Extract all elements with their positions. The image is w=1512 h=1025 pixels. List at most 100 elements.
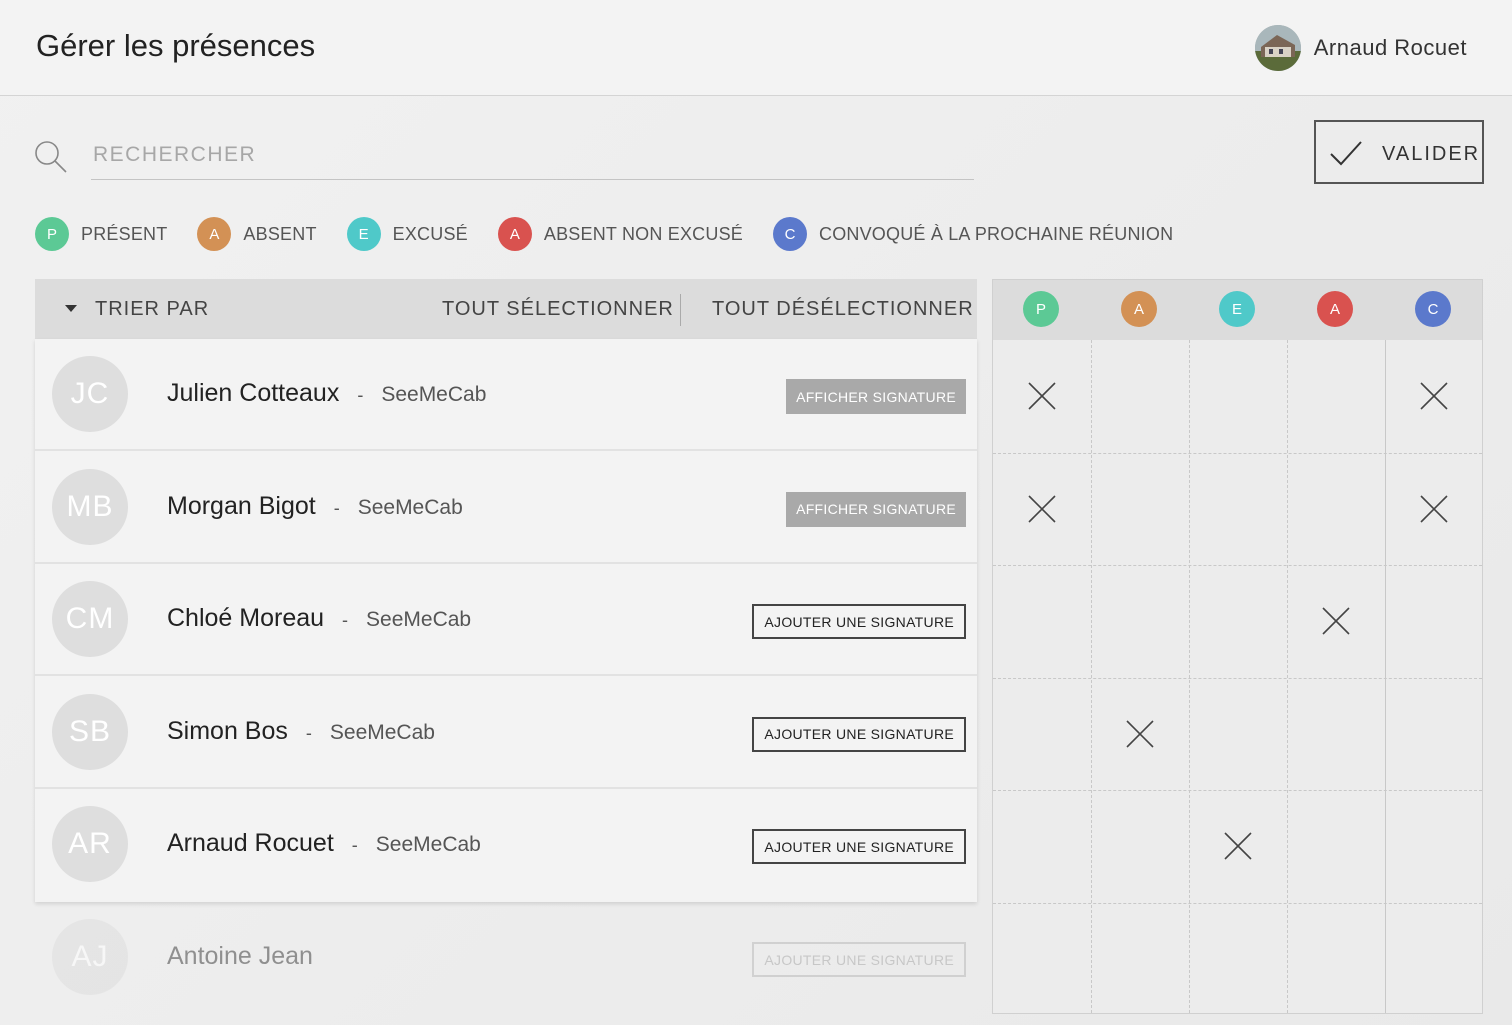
attendance-cell[interactable] — [1385, 790, 1483, 902]
attendance-cell[interactable] — [1287, 790, 1385, 902]
status-badge: A — [497, 217, 532, 251]
participant-name: Simon Bos - SeeMeCab — [167, 717, 435, 746]
attendance-cell[interactable] — [1091, 903, 1189, 1015]
attendance-cell[interactable] — [1385, 453, 1483, 565]
legend-item: A ABSENT NON EXCUSÉ — [497, 217, 743, 251]
participant-name: Arnaud Rocuet - SeeMeCab — [167, 829, 481, 858]
attendance-cell[interactable] — [993, 340, 1091, 452]
attendance-cell[interactable] — [1091, 565, 1189, 677]
participant-row: AR Arnaud Rocuet - SeeMeCab AJOUTER UNE SIGN… — [35, 789, 977, 901]
attendance-cell[interactable] — [993, 678, 1091, 790]
attendance-cell[interactable] — [1287, 903, 1385, 1015]
grid-header: PAEAC — [993, 280, 1482, 340]
status-column-badge: A — [1121, 291, 1157, 327]
legend-item: A ABSENT — [197, 217, 316, 251]
add-signature-button[interactable]: AJOUTER UNE SIGNATURE — [752, 716, 966, 752]
status-column-badge: A — [1317, 291, 1353, 327]
add-signature-button[interactable]: AJOUTER UNE SIGNATURE — [752, 942, 966, 977]
checkmark-icon — [1330, 141, 1362, 166]
show-signature-button[interactable]: AFFICHER SIGNATURE — [786, 491, 966, 527]
attendance-cell[interactable] — [1287, 340, 1385, 452]
name-separator: - — [333, 497, 340, 518]
search-icon — [35, 141, 67, 173]
add-signature-button[interactable]: AJOUTER UNE SIGNATURE — [752, 604, 966, 640]
legend-item: E EXCUSÉ — [346, 217, 468, 251]
attendance-cell[interactable] — [1091, 790, 1189, 902]
legend-label: EXCUSÉ — [392, 223, 468, 244]
caret-down-icon[interactable] — [65, 305, 77, 312]
legend-item: P PRÉSENT — [35, 217, 167, 251]
avatar: AJ — [52, 919, 128, 995]
status-badge: C — [773, 217, 807, 251]
attendance-cell[interactable] — [1091, 453, 1189, 565]
attendance-cell[interactable] — [1189, 678, 1287, 790]
status-badge: A — [197, 217, 232, 251]
participant-full-name: Simon Bos — [167, 716, 288, 745]
cross-mark-icon — [1420, 382, 1448, 410]
add-signature-button[interactable]: AJOUTER UNE SIGNATURE — [752, 829, 966, 865]
attendance-cell[interactable] — [1189, 453, 1287, 565]
attendance-cell[interactable] — [1189, 903, 1287, 1015]
attendance-cell[interactable] — [1385, 678, 1483, 790]
legend-item: C CONVOQUÉ À LA PROCHAINE RÉUNION — [773, 217, 1173, 251]
attendance-cell[interactable] — [1287, 565, 1385, 677]
participant-full-name: Arnaud Rocuet — [167, 829, 334, 858]
legend-label: PRÉSENT — [81, 223, 168, 244]
list-header: TRIER PAR TOUT SÉLECTIONNER TOUT DÉSÉLEC… — [35, 279, 977, 339]
attendance-cell[interactable] — [1287, 678, 1385, 790]
participant-organization: SeeMeCab — [375, 833, 481, 857]
attendance-cell[interactable] — [993, 790, 1091, 902]
cross-mark-icon — [1420, 495, 1448, 523]
cross-mark-icon — [1126, 720, 1154, 748]
name-separator: - — [342, 610, 349, 631]
status-column-badge: C — [1415, 291, 1451, 327]
participant-row: CM Chloé Moreau - SeeMeCab AJOUTER UNE SIGNA… — [35, 564, 977, 677]
participant-row: SB Simon Bos - SeeMeCab AJOUTER UNE SIGNATUR… — [35, 677, 977, 789]
avatar: AR — [52, 806, 128, 883]
validate-label: VALIDER — [1382, 143, 1481, 165]
attendance-cell[interactable] — [1287, 453, 1385, 565]
status-badge: E — [346, 217, 381, 251]
attendance-cell[interactable] — [993, 453, 1091, 565]
legend-label: CONVOQUÉ À LA PROCHAINE RÉUNION — [819, 223, 1174, 244]
attendance-cell[interactable] — [1189, 340, 1287, 452]
participant-name: Antoine Jean — [167, 942, 313, 971]
name-separator: - — [305, 722, 312, 743]
cross-mark-icon — [1028, 382, 1056, 410]
attendance-cell[interactable] — [1385, 903, 1483, 1015]
validate-button[interactable]: VALIDER — [1314, 120, 1484, 184]
status-column-badge: P — [1023, 291, 1059, 327]
attendance-cell[interactable] — [993, 903, 1091, 1015]
attendance-cell[interactable] — [1189, 565, 1287, 677]
name-separator: - — [351, 835, 358, 856]
participant-organization: SeeMeCab — [381, 383, 487, 406]
participant-row-faded: AJ Antoine Jean AJOUTER UNE SIGNATURE — [35, 902, 977, 1014]
cross-mark-icon — [1028, 495, 1056, 523]
user-avatar — [1254, 25, 1301, 71]
status-legend: P PRÉSENT A ABSENT E EXCUSÉ A ABSENT NON EXCUSÉ… — [35, 217, 1203, 251]
legend-label: ABSENT — [243, 223, 317, 244]
participant-list: JC Julien Cotteaux - SeeMeCab AFFICHER SIGNA… — [35, 339, 977, 902]
show-signature-button[interactable]: AFFICHER SIGNATURE — [786, 379, 966, 414]
avatar: SB — [52, 693, 128, 770]
attendance-cell[interactable] — [1385, 565, 1483, 677]
search-input[interactable] — [91, 130, 974, 180]
attendance-cell[interactable] — [1091, 678, 1189, 790]
participant-name: Chloé Moreau - SeeMeCab — [167, 604, 471, 633]
deselect-all-button[interactable]: TOUT DÉSÉLECTIONNER — [712, 298, 974, 321]
attendance-cell[interactable] — [1189, 790, 1287, 902]
divider — [680, 294, 681, 326]
user-menu[interactable]: Arnaud Rocuet — [1254, 24, 1467, 72]
user-name: Arnaud Rocuet — [1313, 35, 1467, 60]
attendance-cell[interactable] — [993, 565, 1091, 677]
app-header: Gérer les présences Arnaud Rocuet — [0, 0, 1512, 96]
attendance-grid: PAEAC — [992, 279, 1483, 1014]
page-title: Gérer les présences — [36, 28, 316, 63]
attendance-cell[interactable] — [1091, 340, 1189, 452]
sort-by-button[interactable]: TRIER PAR — [95, 298, 209, 321]
attendance-cell[interactable] — [1385, 340, 1483, 452]
avatar: MB — [52, 468, 128, 545]
participant-full-name: Morgan Bigot — [167, 491, 316, 520]
participant-name: Morgan Bigot - SeeMeCab — [167, 492, 463, 521]
select-all-button[interactable]: TOUT SÉLECTIONNER — [442, 298, 674, 321]
